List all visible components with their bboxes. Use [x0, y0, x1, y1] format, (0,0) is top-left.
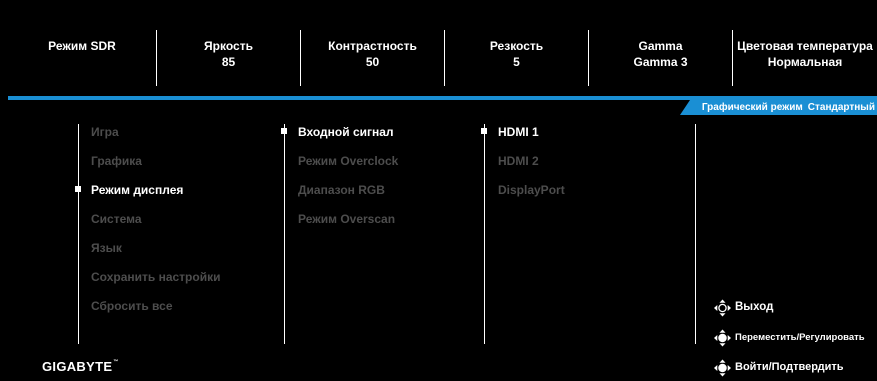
submenu-item-rgb-range[interactable]: Диапазон RGB: [298, 182, 385, 198]
header-item-value: Нормальная: [767, 55, 843, 69]
column-divider: [484, 124, 485, 344]
selection-bullet: [281, 128, 287, 134]
header-item-title: Контрастность: [328, 39, 417, 53]
header-item-value: 85: [221, 55, 236, 69]
header-item-sdr-mode[interactable]: Режим SDR: [8, 30, 156, 86]
selection-bullet: [481, 128, 487, 134]
header-item-color-temperature[interactable]: Цветовая температура Нормальная: [733, 30, 877, 86]
header-item-brightness[interactable]: Яркость 85: [157, 30, 300, 86]
menu-item-gaming[interactable]: Игра: [91, 124, 119, 140]
option-hdmi-1[interactable]: HDMI 1: [498, 124, 539, 140]
picture-mode-value: Стандартный: [807, 102, 875, 113]
menu-item-display[interactable]: Режим дисплея: [91, 182, 183, 198]
menu-item-picture[interactable]: Графика: [91, 153, 142, 169]
hint-enter-label: Войти/Подтвердить: [735, 361, 844, 373]
joystick-icon: [714, 359, 731, 377]
header-item-title: Gamma: [638, 39, 683, 53]
header-item-sharpness[interactable]: Резкость 5: [445, 30, 588, 86]
hint-exit-label: Выход: [735, 301, 774, 313]
column-divider: [78, 124, 79, 344]
header-item-title: Цветовая температура: [737, 39, 873, 53]
header-item-title: Режим SDR: [48, 39, 116, 53]
option-displayport[interactable]: DisplayPort: [498, 182, 565, 198]
joystick-icon: [714, 329, 731, 347]
header-item-value: Gamma 3: [633, 55, 688, 69]
menu-item-system[interactable]: Система: [91, 211, 142, 227]
hint-move-label: Переместить/Регулировать: [735, 332, 865, 343]
header-item-value: 50: [365, 55, 380, 69]
selection-bullet: [75, 186, 81, 192]
brand-name: GIGABYTE: [42, 359, 113, 374]
gigabyte-logo: GIGABYTE™: [42, 359, 119, 374]
trademark-mark: ™: [113, 359, 119, 365]
header-item-gamma[interactable]: Gamma Gamma 3: [589, 30, 732, 86]
monitor-osd: Режим SDR Яркость 85 Контрастность 50 Ре…: [0, 0, 877, 381]
menu-item-reset-all[interactable]: Сбросить все: [91, 298, 173, 314]
menu-item-save-settings[interactable]: Сохранить настройки: [91, 269, 220, 285]
picture-mode-label: Графический режим: [701, 102, 803, 113]
option-hdmi-2[interactable]: HDMI 2: [498, 153, 539, 169]
menu-item-language[interactable]: Язык: [91, 240, 122, 256]
picture-mode-indicator: Графический режим Стандартный: [690, 100, 877, 115]
header-item-contrast[interactable]: Контрастность 50: [301, 30, 444, 86]
header-item-value: 5: [513, 55, 520, 69]
submenu-item-overscan[interactable]: Режим Overscan: [298, 211, 395, 227]
column-divider: [695, 124, 696, 344]
column-divider: [284, 124, 285, 344]
submenu-item-overclock[interactable]: Режим Overclock: [298, 153, 398, 169]
header-item-title: Резкость: [489, 39, 544, 53]
joystick-icon: [714, 299, 731, 317]
submenu-item-input-source[interactable]: Входной сигнал: [298, 124, 394, 140]
quick-settings-header: Режим SDR Яркость 85 Контрастность 50 Ре…: [8, 30, 877, 86]
header-item-title: Яркость: [204, 39, 253, 53]
